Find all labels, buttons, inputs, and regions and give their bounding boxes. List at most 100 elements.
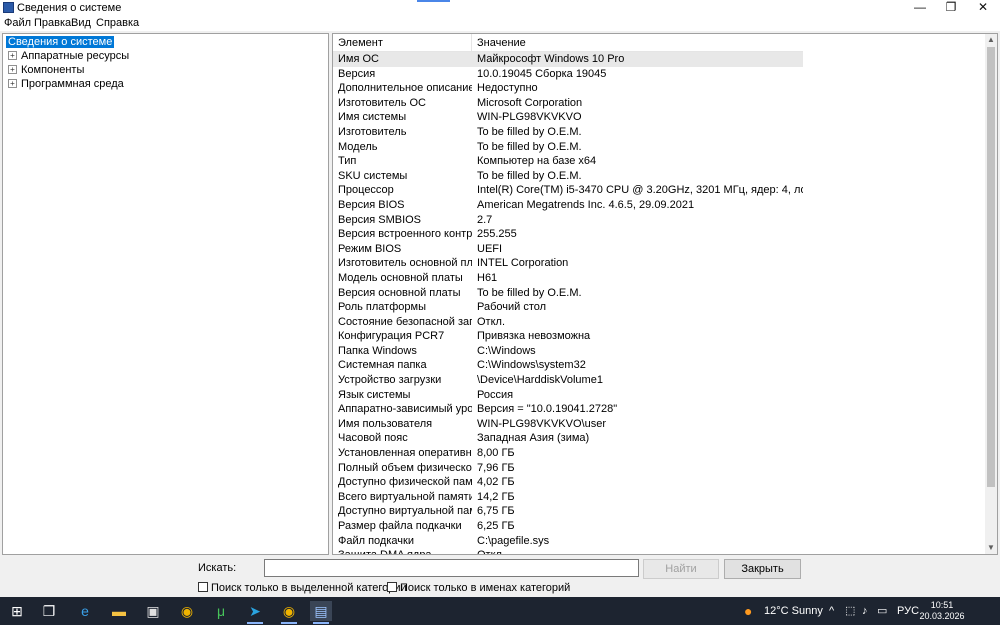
close-window-button[interactable]: ✕	[966, 0, 1000, 16]
menu-file[interactable]: Файл	[4, 17, 31, 30]
table-row[interactable]: Полный объем физической па... 7,96 ГБ	[333, 461, 803, 476]
tree-item-components[interactable]: + Компоненты	[8, 64, 84, 77]
network-icon[interactable]: ⬚	[845, 597, 855, 625]
table-row[interactable]: Тип Компьютер на базе x64	[333, 154, 803, 169]
column-header-item[interactable]: Элемент	[333, 34, 472, 52]
checkbox-icon[interactable]	[387, 582, 397, 592]
notifications-icon[interactable]: ▭	[877, 597, 887, 625]
table-row[interactable]: Роль платформы Рабочий стол	[333, 300, 803, 315]
row-item-name: Версия основной платы	[338, 286, 461, 299]
table-row[interactable]: Папка Windows C:\Windows	[333, 344, 803, 359]
table-row[interactable]: Всего виртуальной памяти 14,2 ГБ	[333, 490, 803, 505]
column-header-value[interactable]: Значение	[472, 34, 803, 52]
row-item-value: Привязка невозможна	[477, 330, 591, 343]
maximize-button[interactable]: ❐	[934, 0, 968, 16]
table-row[interactable]: Версия 10.0.19045 Сборка 19045	[333, 67, 803, 82]
start-icon[interactable]: ⊞	[6, 601, 28, 621]
row-item-value: C:\pagefile.sys	[477, 534, 550, 547]
row-item-value: Microsoft Corporation	[477, 96, 583, 109]
chrome-icon[interactable]: ◉	[176, 601, 198, 621]
file-explorer-icon[interactable]: ▬	[108, 601, 130, 621]
row-item-value: Россия	[477, 388, 514, 401]
row-item-value: 7,96 ГБ	[477, 461, 515, 474]
menu-view[interactable]: Вид	[71, 17, 91, 30]
table-row[interactable]: Файл подкачки C:\pagefile.sys	[333, 534, 803, 549]
table-row[interactable]: Версия SMBIOS 2.7	[333, 213, 803, 228]
row-item-value: UEFI	[477, 242, 503, 255]
volume-icon[interactable]: ♪	[862, 597, 868, 625]
table-row[interactable]: Имя системы WIN-PLG98VKVKVO	[333, 110, 803, 125]
edge-icon[interactable]: e	[74, 601, 96, 621]
search-selected-category-checkbox[interactable]: Поиск только в выделенной категории	[198, 582, 407, 594]
language-indicator[interactable]: РУС	[897, 597, 919, 625]
row-item-name: Устройство загрузки	[338, 374, 442, 387]
search-input[interactable]	[264, 559, 639, 577]
table-row[interactable]: Часовой пояс Западная Азия (зима)	[333, 431, 803, 446]
table-row[interactable]: Изготовитель основной платы INTEL Corpora…	[333, 256, 803, 271]
store-icon[interactable]: ▣	[142, 601, 164, 621]
table-row[interactable]: SKU системы To be filled by O.E.M.	[333, 169, 803, 184]
table-row[interactable]: Имя ОС Майкрософт Windows 10 Pro	[333, 52, 803, 67]
search-category-names-checkbox[interactable]: Поиск только в именах категорий	[387, 582, 570, 594]
clock[interactable]: 10:51 20.03.2026	[918, 600, 966, 622]
table-row[interactable]: Изготовитель ОС Microsoft Corporation	[333, 96, 803, 111]
table-row[interactable]: Размер файла подкачки 6,25 ГБ	[333, 519, 803, 534]
table-row[interactable]: Изготовитель To be filled by O.E.M.	[333, 125, 803, 140]
table-row[interactable]: Модель To be filled by O.E.M.	[333, 140, 803, 155]
table-row[interactable]: Режим BIOS UEFI	[333, 242, 803, 257]
system-info-app-icon[interactable]: ▤	[310, 601, 332, 624]
expand-icon[interactable]: +	[8, 79, 17, 88]
table-row[interactable]: Дополнительное описание ОС Недоступно	[333, 81, 803, 96]
checkbox-icon[interactable]	[198, 582, 208, 592]
weather-icon[interactable]: ●	[744, 597, 752, 625]
table-row[interactable]: Версия основной платы To be filled by O.E…	[333, 286, 803, 301]
row-item-name: Роль платформы	[338, 301, 426, 314]
menu-bar: Файл Правка Вид Справка	[0, 16, 1000, 31]
scroll-up-icon[interactable]: ▲	[985, 34, 997, 46]
row-item-name: Размер файла подкачки	[338, 520, 462, 532]
checkbox-label: Поиск только в именах категорий	[400, 582, 571, 594]
table-row[interactable]: Модель основной платы H61	[333, 271, 803, 286]
chrome-profile-icon[interactable]: ◉	[278, 601, 300, 624]
row-item-value: C:\Windows	[477, 344, 536, 357]
table-row[interactable]: Конфигурация PCR7 Привязка невозможна	[333, 329, 803, 344]
table-row[interactable]: Язык системы Россия	[333, 388, 803, 403]
table-row[interactable]: Состояние безопасной загруз... Откл.	[333, 315, 803, 330]
table-row[interactable]: Процессор Intel(R) Core(TM) i5-3470 CPU @…	[333, 183, 803, 198]
utorrent-icon[interactable]: μ	[210, 601, 232, 621]
minimize-button[interactable]: —	[903, 0, 937, 16]
row-item-value: 14,2 ГБ	[477, 490, 515, 503]
menu-help[interactable]: Справка	[96, 17, 139, 30]
tree-item-hardware-resources[interactable]: + Аппаратные ресурсы	[8, 50, 129, 63]
expand-icon[interactable]: +	[8, 51, 17, 60]
row-item-name: Доступно физической памяти	[338, 476, 472, 489]
tree-item-system-summary[interactable]: Сведения о системе	[6, 36, 115, 49]
tree-item-label: Программная среда	[21, 78, 124, 90]
table-row[interactable]: Доступно виртуальной памяти 6,75 ГБ	[333, 504, 803, 519]
table-row[interactable]: Системная папка C:\Windows\system32	[333, 358, 803, 373]
table-row[interactable]: Устройство загрузки \Device\HarddiskVolum…	[333, 373, 803, 388]
vertical-scrollbar[interactable]: ▲ ▼	[985, 34, 997, 554]
scroll-down-icon[interactable]: ▼	[985, 542, 997, 554]
table-row[interactable]: Защита DMA ядраОткл.	[333, 548, 803, 554]
telegram-icon[interactable]: ➤	[244, 601, 266, 624]
find-button[interactable]: Найти	[643, 559, 719, 579]
chevron-up-icon[interactable]: ^	[829, 597, 834, 625]
table-row[interactable]: Доступно физической памяти 4,02 ГБ	[333, 475, 803, 490]
table-row[interactable]: Аппаратно-зависимый уровен... Версия = "1…	[333, 402, 803, 417]
tree-item-label: Сведения о системе	[6, 36, 115, 48]
search-label: Искать:	[198, 562, 237, 574]
tree-item-software-environment[interactable]: + Программная среда	[8, 78, 124, 91]
row-item-name: Имя ОС	[338, 53, 379, 65]
task-view-icon[interactable]: ❐	[38, 601, 60, 621]
expand-icon[interactable]: +	[8, 65, 17, 74]
weather-text[interactable]: 12°C Sunny	[764, 597, 823, 625]
table-row[interactable]: Версия BIOS American Megatrends Inc. 4.6.…	[333, 198, 803, 213]
table-row[interactable]: Установленная оперативная п... 8,00 ГБ	[333, 446, 803, 461]
scroll-thumb[interactable]	[987, 47, 995, 487]
menu-edit[interactable]: Правка	[34, 17, 71, 30]
close-button[interactable]: Закрыть	[724, 559, 801, 579]
table-row[interactable]: Версия встроенного контролл... 255.255	[333, 227, 803, 242]
row-item-name: Версия	[338, 67, 376, 80]
table-row[interactable]: Имя пользователя WIN-PLG98VKVKVO\user	[333, 417, 803, 432]
